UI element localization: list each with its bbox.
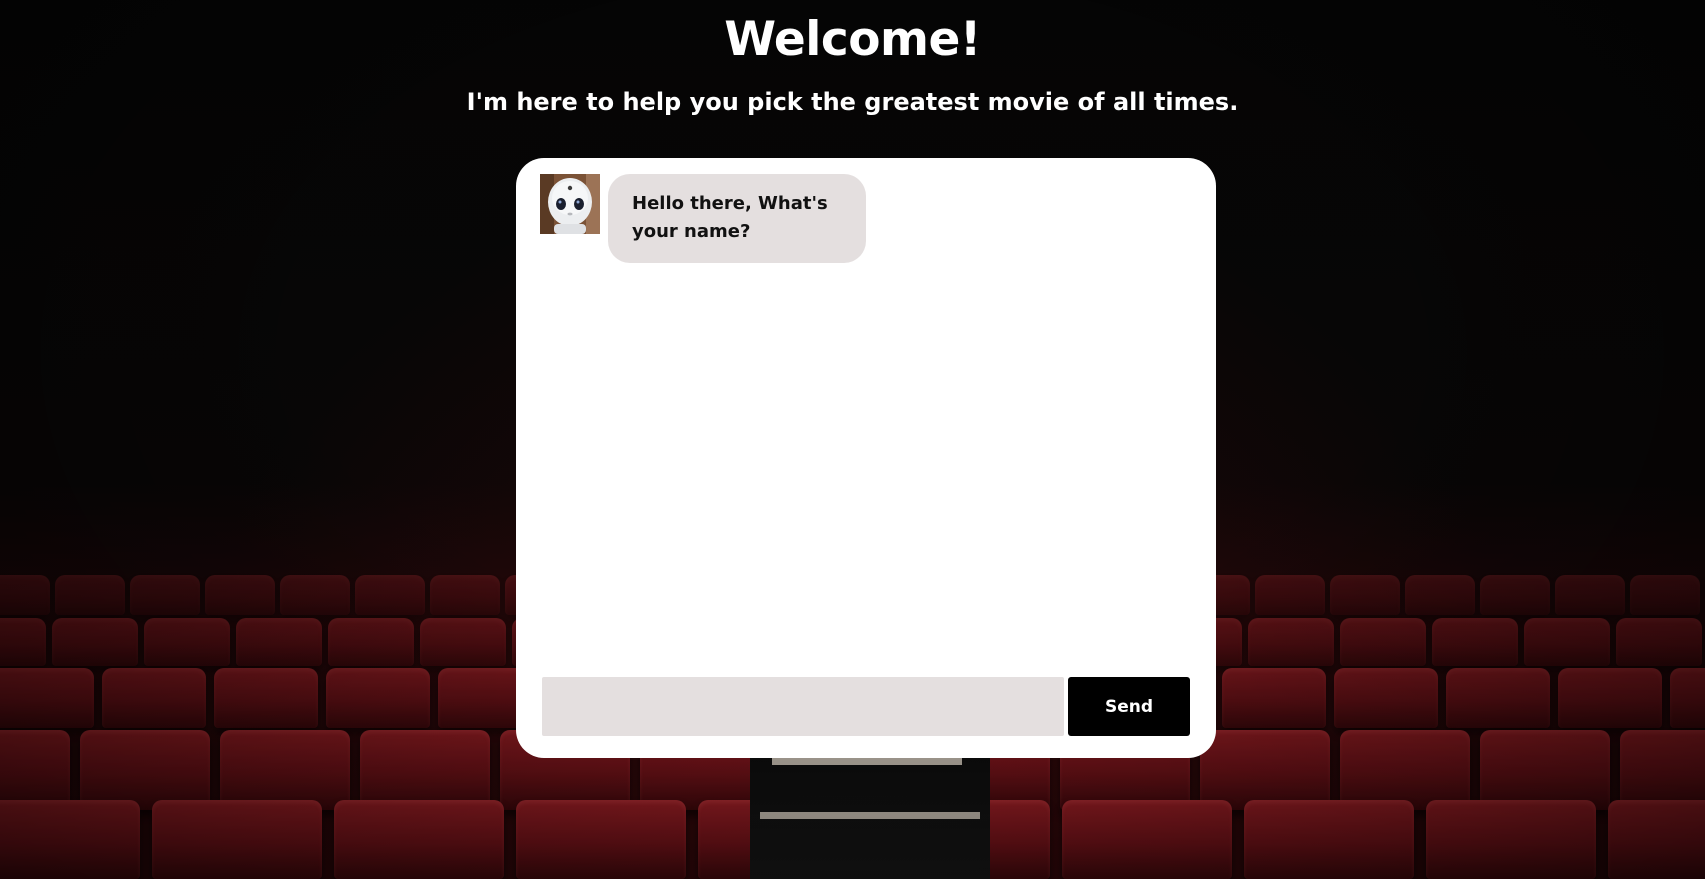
page-subtitle: I'm here to help you pick the greatest m… [466, 88, 1239, 116]
seat [326, 668, 430, 728]
seat [1426, 800, 1596, 879]
seat [430, 575, 500, 615]
message-composer: Send [542, 677, 1190, 736]
seat [1405, 575, 1475, 615]
seat [80, 730, 210, 810]
message-bubble: Hello there, What's your name? [608, 174, 866, 263]
page-title: Welcome! [724, 12, 981, 67]
seat [1062, 800, 1232, 879]
seat [214, 668, 318, 728]
seat [55, 575, 125, 615]
robot-avatar-icon [540, 174, 600, 234]
seat [0, 668, 94, 728]
seat [1222, 668, 1326, 728]
chat-window: Hello there, What's your name? Send [516, 158, 1216, 758]
seat [0, 575, 50, 615]
seat [205, 575, 275, 615]
aisle-step [772, 758, 962, 765]
seat [52, 618, 138, 666]
seat [1200, 730, 1330, 810]
seat [280, 575, 350, 615]
seat [355, 575, 425, 615]
seat [1330, 575, 1400, 615]
theater-aisle [750, 740, 990, 879]
seat [516, 800, 686, 879]
seat [220, 730, 350, 810]
seat [1340, 730, 1470, 810]
seat [1620, 730, 1705, 810]
seat [1480, 730, 1610, 810]
seat [1255, 575, 1325, 615]
seat [1248, 618, 1334, 666]
seat [334, 800, 504, 879]
seat [1480, 575, 1550, 615]
seat [130, 575, 200, 615]
seat [0, 618, 46, 666]
send-button[interactable]: Send [1068, 677, 1190, 736]
seat [236, 618, 322, 666]
seat [1555, 575, 1625, 615]
seat [1446, 668, 1550, 728]
message-input[interactable] [542, 677, 1064, 736]
seat [144, 618, 230, 666]
seat [102, 668, 206, 728]
seat [328, 618, 414, 666]
seat [1558, 668, 1662, 728]
seat [152, 800, 322, 879]
seat [1334, 668, 1438, 728]
message-list: Hello there, What's your name? [540, 174, 1192, 668]
seat [420, 618, 506, 666]
aisle-step [760, 812, 980, 819]
seat [360, 730, 490, 810]
seat [1608, 800, 1705, 879]
seat [0, 730, 70, 810]
seat [1616, 618, 1702, 666]
seat [1524, 618, 1610, 666]
seat [1432, 618, 1518, 666]
seat [1670, 668, 1705, 728]
seat [0, 800, 140, 879]
seat [1630, 575, 1700, 615]
seat [1244, 800, 1414, 879]
seat [1340, 618, 1426, 666]
bot-message: Hello there, What's your name? [540, 174, 1192, 263]
